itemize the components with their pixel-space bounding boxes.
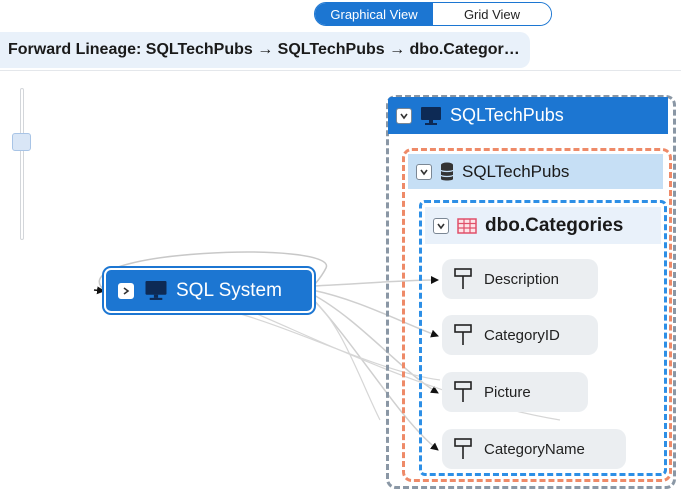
column-icon [454, 438, 472, 460]
self-loop-arrow [93, 286, 105, 295]
column-node-categoryid[interactable]: CategoryID [442, 315, 598, 355]
monitor-icon [420, 106, 442, 126]
column-node-picture[interactable]: Picture [442, 372, 588, 412]
connector-extra-3 [311, 299, 381, 421]
column-node-categoryname[interactable]: CategoryName [442, 429, 626, 469]
monitor-icon [144, 280, 168, 301]
database-node[interactable]: SQLTechPubs [408, 154, 663, 189]
database-label: SQLTechPubs [462, 161, 570, 181]
column-label: CategoryID [484, 326, 560, 344]
column-label: Description [484, 270, 560, 288]
chevron-down-icon[interactable] [433, 217, 449, 234]
chevron-down-icon[interactable] [416, 163, 432, 180]
column-icon [454, 381, 472, 403]
server-node[interactable]: SQLTechPubs [388, 97, 668, 134]
column-icon [454, 324, 472, 346]
chevron-down-icon[interactable] [396, 107, 412, 124]
sql-system-label: SQL System [176, 279, 282, 301]
server-label: SQLTechPubs [450, 105, 564, 125]
database-icon [440, 162, 454, 182]
table-icon [457, 217, 477, 234]
table-label: dbo.Categories [485, 214, 624, 236]
column-label: CategoryName [484, 440, 585, 458]
column-icon [454, 268, 472, 290]
column-node-description[interactable]: Description [442, 259, 598, 299]
table-node[interactable]: dbo.Categories [425, 207, 661, 244]
chevron-right-icon[interactable] [118, 282, 134, 299]
column-label: Picture [484, 383, 531, 401]
sql-system-node[interactable]: SQL System [106, 270, 312, 311]
